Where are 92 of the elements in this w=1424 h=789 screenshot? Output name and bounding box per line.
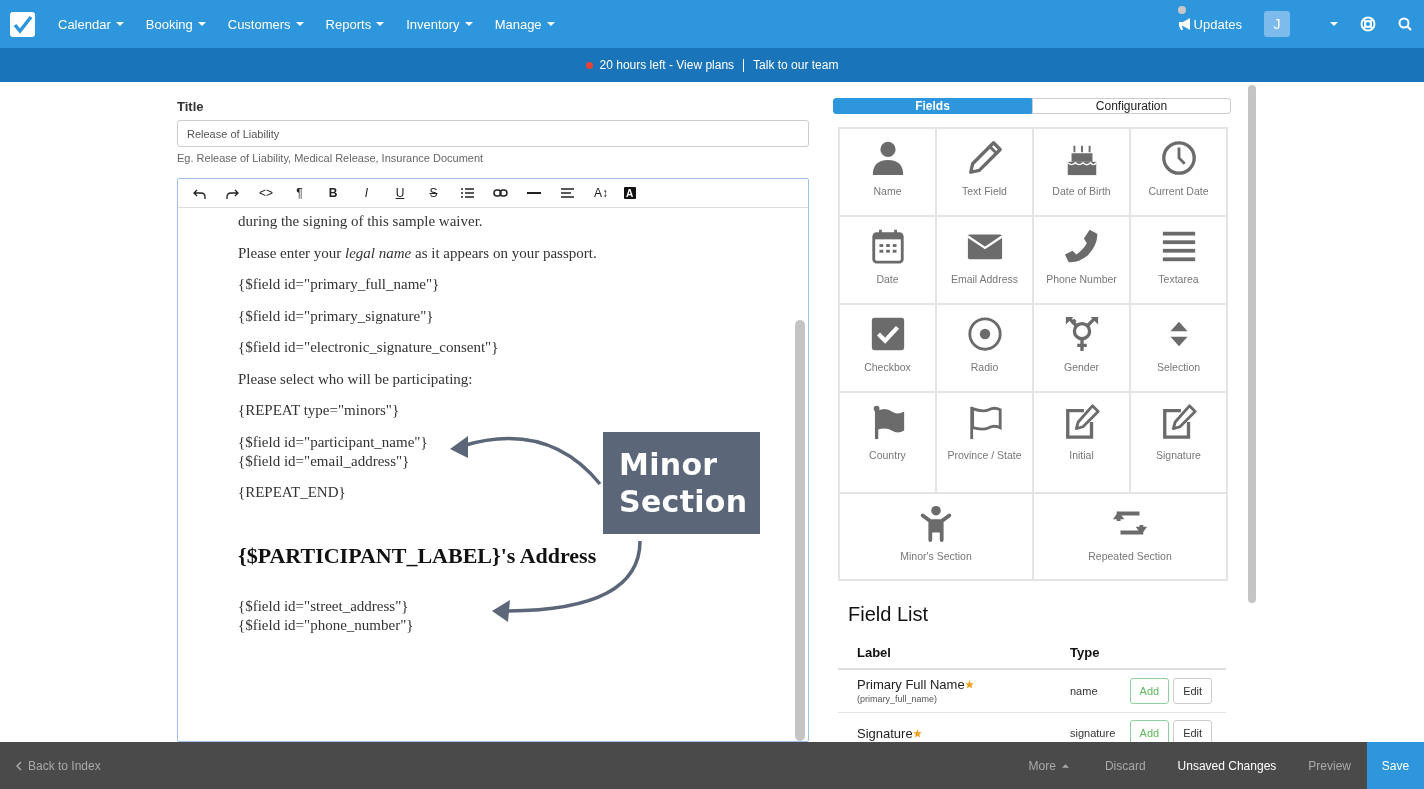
paragraph: Please enter your legal name as it appears on your passport. bbox=[238, 243, 597, 263]
format-button[interactable]: <> bbox=[255, 183, 277, 203]
back-link[interactable]: Back to Index bbox=[0, 742, 117, 789]
megaphone-icon bbox=[1177, 17, 1191, 31]
paragraph: during the signing of this sample waiver. bbox=[238, 212, 483, 231]
chevron-left-icon bbox=[16, 760, 22, 771]
search-icon[interactable] bbox=[1398, 17, 1412, 31]
field-tile[interactable]: Textarea bbox=[1131, 217, 1228, 305]
field-tile[interactable]: Gender bbox=[1034, 305, 1131, 393]
field-tile[interactable]: Phone Number bbox=[1034, 217, 1131, 305]
field-tile[interactable]: Repeated Section bbox=[1034, 494, 1228, 581]
discard-button[interactable]: Discard bbox=[1088, 742, 1162, 789]
scrollbar-thumb[interactable] bbox=[1248, 85, 1256, 603]
section-heading: {$PARTICIPANT_LABEL}'s Address bbox=[238, 543, 597, 569]
notification-dot bbox=[1177, 5, 1186, 14]
nav-menu[interactable]: Manage bbox=[494, 16, 555, 32]
edit-button[interactable]: Edit bbox=[1173, 720, 1213, 742]
paragraph: {$field id="street_address"} {$field id="phone_number"} bbox=[238, 597, 414, 635]
column-header: Label bbox=[838, 636, 1051, 669]
format-button[interactable]: U bbox=[389, 183, 411, 203]
format-button[interactable]: A bbox=[623, 187, 636, 199]
format-button[interactable]: A↕ bbox=[590, 183, 612, 203]
nav-menu[interactable]: Reports bbox=[325, 16, 385, 32]
section-title: Field List bbox=[848, 603, 930, 626]
field-key: (primary_full_name) bbox=[857, 694, 1051, 704]
field-tile[interactable]: Date of Birth bbox=[1034, 129, 1131, 217]
more-button[interactable]: More bbox=[1012, 742, 1089, 789]
field-tile[interactable]: Province / State bbox=[937, 393, 1034, 494]
field-name: Signature bbox=[857, 725, 913, 741]
paragraph: {$field id="primary_full_name"} bbox=[238, 275, 440, 294]
column-header: Type bbox=[1051, 636, 1126, 669]
add-button[interactable]: Add bbox=[1129, 720, 1170, 742]
horizontal-rule-icon[interactable] bbox=[527, 190, 541, 196]
field-tile[interactable]: Signature bbox=[1131, 393, 1228, 494]
format-button[interactable]: I bbox=[355, 183, 378, 203]
field-tile[interactable]: Radio bbox=[937, 305, 1034, 393]
caret-icon bbox=[115, 22, 124, 26]
edit-button[interactable]: Edit bbox=[1173, 677, 1213, 704]
paragraph: {$field id="primary_signature"} bbox=[238, 306, 434, 326]
field-tile[interactable]: Date bbox=[840, 217, 937, 305]
caret-icon bbox=[376, 22, 385, 26]
caret-icon bbox=[197, 22, 206, 26]
caret-icon bbox=[464, 22, 473, 26]
save-status: Unsaved Changes bbox=[1176, 757, 1278, 775]
align-icon[interactable] bbox=[561, 188, 574, 198]
paragraph: {REPEAT type="minors"} bbox=[238, 401, 400, 420]
clock-icon bbox=[1159, 139, 1198, 177]
caret-icon bbox=[295, 22, 304, 26]
field-tile[interactable]: Selection bbox=[1131, 305, 1228, 393]
nav-menu[interactable]: Customers bbox=[227, 16, 304, 32]
logo-icon[interactable] bbox=[10, 11, 35, 37]
add-button[interactable]: Add bbox=[1129, 677, 1170, 704]
field-tile[interactable]: Text Field bbox=[937, 129, 1034, 217]
caret-icon bbox=[1330, 22, 1338, 26]
contact-link[interactable]: Talk to our team bbox=[753, 58, 839, 72]
status-dot bbox=[585, 61, 593, 69]
tab[interactable]: Fields bbox=[833, 98, 1032, 114]
updates-button[interactable]: Updates bbox=[1177, 16, 1242, 32]
field-tile[interactable]: Email Address bbox=[937, 217, 1034, 305]
format-button[interactable]: ¶ bbox=[288, 183, 311, 203]
caret-icon bbox=[546, 22, 555, 26]
nav-menu[interactable]: Booking bbox=[145, 16, 206, 32]
help-text: Eg. Release of Liability, Medical Release, Insurance Document bbox=[177, 152, 485, 164]
radio-icon bbox=[965, 315, 1004, 353]
format-button[interactable]: S bbox=[422, 183, 445, 203]
table-cell: name bbox=[1051, 669, 1126, 713]
paragraph: Please select who will be participating: bbox=[238, 369, 473, 389]
view-plans-link[interactable]: 20 hours left - View plans bbox=[599, 58, 745, 72]
lifebuoy-icon[interactable] bbox=[1360, 16, 1376, 32]
format-button[interactable]: B bbox=[322, 183, 344, 203]
field-tile[interactable]: Checkbox bbox=[840, 305, 937, 393]
caret-up-icon bbox=[1061, 763, 1069, 768]
field-tile[interactable]: Current Date bbox=[1131, 129, 1228, 217]
scrollbar-thumb[interactable] bbox=[795, 320, 805, 741]
callout-label: Minor Section bbox=[603, 432, 760, 534]
list-icon[interactable] bbox=[460, 187, 474, 199]
paragraph: {$field id="electronic_signature_consent"} bbox=[238, 338, 499, 357]
field-tile[interactable]: Initial bbox=[1034, 393, 1131, 494]
nav-menu[interactable]: Calendar bbox=[58, 16, 124, 32]
field-tile[interactable]: Minor's Section bbox=[840, 494, 1034, 581]
field-tile[interactable]: Country bbox=[840, 393, 937, 494]
paragraph: {REPEAT_END} bbox=[238, 483, 346, 502]
field-name: Primary Full Name bbox=[857, 677, 965, 692]
preview-button[interactable]: Preview bbox=[1292, 742, 1367, 789]
nav-menu[interactable]: Inventory bbox=[406, 16, 473, 32]
field-tile[interactable]: Name bbox=[840, 129, 937, 217]
tab[interactable]: Configuration bbox=[1032, 98, 1231, 114]
field-label: Title bbox=[177, 99, 205, 114]
link-icon[interactable] bbox=[493, 188, 508, 198]
save-button[interactable]: Save bbox=[1367, 742, 1424, 789]
paragraph: {$field id="participant_name"} {$field id="email_address"} bbox=[238, 432, 428, 471]
title-field[interactable]: Release of Liability bbox=[177, 120, 809, 147]
